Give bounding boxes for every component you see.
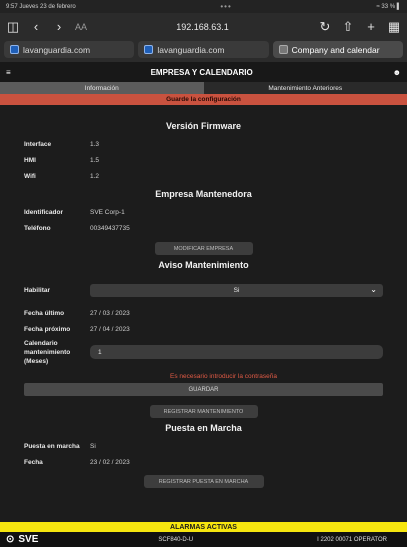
save-button[interactable]: GUARDAR [24,383,383,396]
browser-tab[interactable]: lavanguardia.com [4,41,135,58]
info-row: Interface 1.3 [0,136,407,152]
tab-informacion[interactable]: Información [0,82,204,94]
address-bar[interactable]: 192.168.63.1 [96,22,309,32]
tab-overview-icon[interactable]: ▦ [387,20,401,33]
site-favicon-icon [278,45,288,54]
last-date-label: Fecha último [24,309,65,317]
reload-icon[interactable]: ↻ [318,20,332,33]
page-title: EMPRESA Y CALENDARIO [150,67,253,77]
row-value: 1.5 [90,156,100,164]
sidebar-icon[interactable]: ◫ [6,20,20,33]
calendar-label: Calendario mantenimiento (Meses) [24,340,71,365]
operator-info: I 2202 00071 OPERATOR [317,536,387,543]
status-bar: 9:57 Jueves 23 de febrero ••• ≈ 33 % ▌ [0,0,407,13]
firmware-section-title: Versión Firmware [165,121,242,131]
row-label: Interface [24,140,52,148]
device-model: SCF840-D-U [158,536,194,543]
sve-logo: ⊙ SVE [6,534,38,545]
tab-label: Company and calendar [291,44,380,55]
info-row: HMI 1.5 [0,152,407,168]
commissioning-section-title: Puesta en Marcha [165,423,242,433]
enable-select[interactable]: Si ⌄ [90,283,383,297]
row-label: HMI [24,156,36,164]
active-alarms-bar[interactable]: ALARMAS ACTIVAS [0,522,407,532]
last-date-value: 27 / 03 / 2023 [90,309,130,317]
enable-select-value: Si [233,286,240,294]
company-section-title: Empresa Mantenedora [155,189,252,199]
enable-row: Habilitar Si ⌄ [0,281,407,299]
browser-tab-active[interactable]: Company and calendar [272,41,403,58]
row-value: Si [90,442,96,450]
register-commissioning-button[interactable]: REGISTRAR PUESTA EN MARCHA [143,475,264,488]
maintenance-section-title: Aviso Mantenimiento [158,260,249,270]
info-row: Puesta en marcha Si [0,438,407,454]
share-icon[interactable]: ⇧ [341,20,355,33]
main-content: Versión Firmware Interface 1.3 HMI 1.5 W… [0,116,407,513]
modify-company-button[interactable]: MODIFICAR EMPRESA [154,242,253,255]
row-value: SVE Corp-1 [90,208,125,216]
info-row: Teléfono 00349437735 [0,220,407,236]
next-date-row: Fecha próximo 27 / 04 / 2023 [0,321,407,337]
row-value: 1.3 [90,140,100,148]
tab-label: lavanguardia.com [23,44,91,55]
info-row: Wifi 1.2 [0,168,407,184]
save-configuration-banner[interactable]: Guarde la configuración [0,94,407,105]
password-warning: Es necesario introducir la contraseña [170,373,277,380]
next-date-value: 27 / 04 / 2023 [90,325,130,333]
site-favicon-icon [10,45,19,54]
page-tabs: Información Mantenimiento Anteriores [0,82,407,94]
status-time: 9:57 Jueves 23 de febrero [6,3,76,10]
battery-indicator: ≈ 33 % ▌ [376,3,401,10]
row-label: Puesta en marcha [24,442,80,450]
new-tab-icon[interactable]: + [364,20,378,33]
back-icon[interactable]: ‹ [29,20,43,33]
footer-bar: ⊙ SVE SCF840-D-U I 2202 00071 OPERATOR [0,532,407,547]
more-dots-icon[interactable]: ••• [220,2,231,11]
calendar-months-input[interactable]: 1 [90,345,383,359]
tab-label: lavanguardia.com [157,44,225,55]
forward-icon[interactable]: › [52,20,66,33]
last-date-row: Fecha último 27 / 03 / 2023 [0,305,407,321]
row-label: Wifi [24,172,36,180]
browser-tab[interactable]: lavanguardia.com [138,41,269,58]
user-icon[interactable]: ☻ [393,68,401,77]
row-label: Teléfono [24,224,51,232]
browser-toolbar: ◫ ‹ › AA 192.168.63.1 ↻ ⇧ + ▦ [0,13,407,40]
row-value: 23 / 02 / 2023 [90,458,130,466]
row-label: Fecha [24,458,43,466]
tab-mantenimiento-anteriores[interactable]: Mantenimiento Anteriores [204,82,407,94]
register-maintenance-button[interactable]: REGISTRAR MANTENIMIENTO [149,405,258,418]
info-row: Fecha 23 / 02 / 2023 [0,454,407,470]
app-header: ≡ EMPRESA Y CALENDARIO ☻ [0,62,407,82]
calendar-months-value: 1 [98,348,102,356]
row-value: 00349437735 [90,224,130,232]
chevron-down-icon: ⌄ [370,284,377,294]
logo-text: SVE [18,534,39,545]
info-row: Identificador SVE Corp-1 [0,204,407,220]
browser-tabs: lavanguardia.com lavanguardia.com Compan… [0,40,407,62]
next-date-label: Fecha próximo [24,325,71,333]
site-favicon-icon [144,45,154,54]
enable-label: Habilitar [24,286,51,294]
row-label: Identificador [24,208,64,216]
logo-mark-icon: ⊙ [6,534,15,545]
row-value: 1.2 [90,172,100,180]
reader-settings-button[interactable]: AA [75,22,87,32]
calendar-row: Calendario mantenimiento (Meses) 1 [0,337,407,371]
